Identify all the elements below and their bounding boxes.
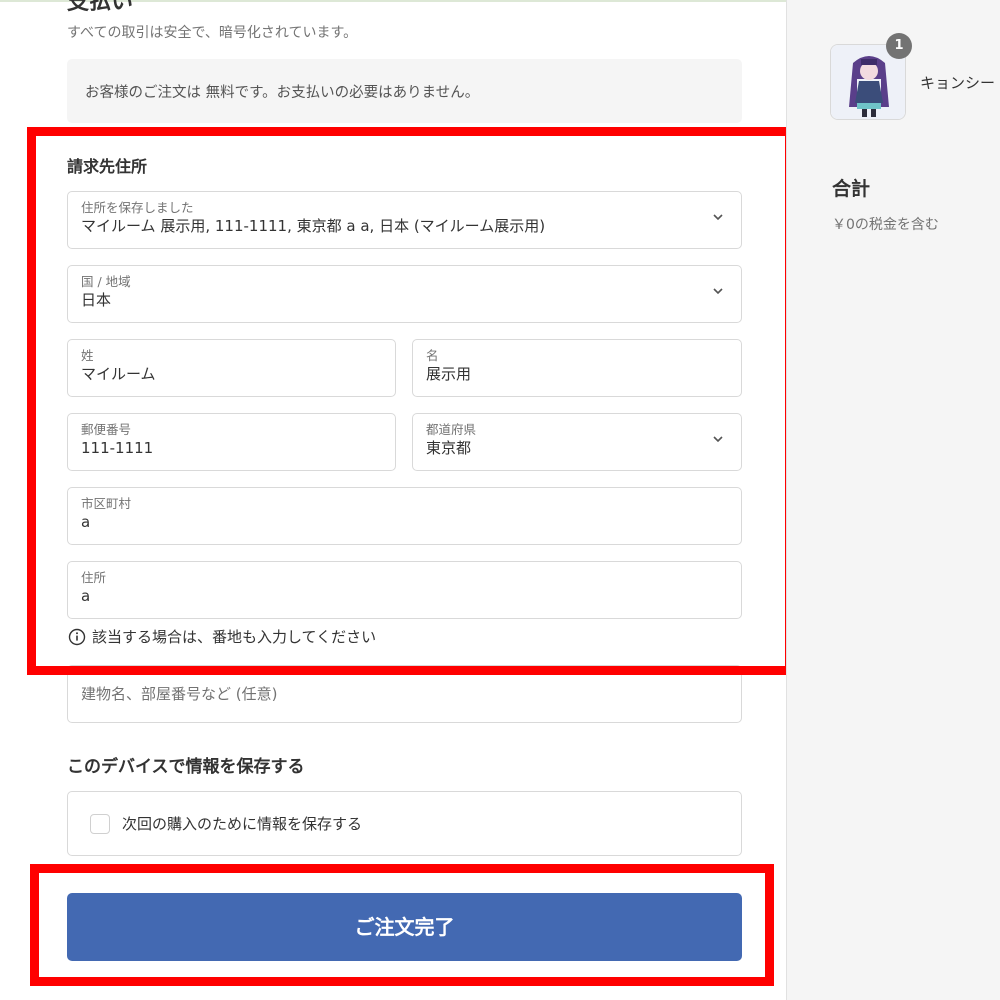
address-hint-text: 該当する場合は、番地も入力してください xyxy=(92,628,377,646)
payment-heading: 支払い xyxy=(67,0,134,15)
postal-code-label: 郵便番号 xyxy=(81,422,132,437)
country-label: 国 / 地域 xyxy=(81,274,131,289)
apartment-placeholder: 建物名、部屋番号など (任意) xyxy=(81,685,278,703)
address-field[interactable]: 住所 a xyxy=(67,561,742,619)
tax-note: ￥0の税金を含む xyxy=(832,217,939,233)
city-field[interactable]: 市区町村 a xyxy=(67,487,742,545)
info-icon xyxy=(68,628,86,645)
payment-subtitle: すべての取引は安全で、暗号化されています。 xyxy=(67,25,358,41)
free-order-notice: お客様のご注文は 無料です。お支払いの必要はありません。 xyxy=(67,59,742,123)
product-name: キョンシー xyxy=(920,74,996,92)
chevron-down-icon xyxy=(713,288,723,295)
prefecture-label: 都道府県 xyxy=(426,422,477,437)
saved-address-value: マイルーム 展示用, 111-1111, 東京都 a a, 日本 (マイルーム展… xyxy=(81,217,546,235)
prefecture-value: 東京都 xyxy=(426,439,472,457)
quantity-badge: 1 xyxy=(886,33,912,59)
address-hint: 該当する場合は、番地も入力してください xyxy=(68,626,376,647)
city-label: 市区町村 xyxy=(81,496,132,511)
country-select[interactable]: 国 / 地域 日本 xyxy=(67,265,742,323)
checkout-page: 支払い すべての取引は安全で、暗号化されています。 お客様のご注文は 無料です。… xyxy=(0,0,1000,1000)
address-value: a xyxy=(81,587,91,605)
city-value: a xyxy=(81,513,91,531)
order-summary-sidebar xyxy=(786,0,1000,1000)
saved-address-select[interactable]: 住所を保存しました マイルーム 展示用, 111-1111, 東京都 a a, … xyxy=(67,191,742,249)
complete-order-button[interactable]: ご注文完了 xyxy=(67,893,742,961)
postal-code-field[interactable]: 郵便番号 111-1111 xyxy=(67,413,396,471)
total-label: 合計 xyxy=(832,178,871,200)
first-name-value: 展示用 xyxy=(426,365,472,383)
save-info-box: 次回の購入のために情報を保存する xyxy=(67,791,742,856)
save-info-label[interactable]: 次回の購入のために情報を保存する xyxy=(122,813,362,834)
chevron-down-icon xyxy=(713,436,723,443)
postal-code-value: 111-1111 xyxy=(81,439,154,457)
first-name-field[interactable]: 名 展示用 xyxy=(412,339,742,397)
address-label: 住所 xyxy=(81,570,107,585)
save-info-checkbox[interactable] xyxy=(90,813,110,834)
last-name-label: 姓 xyxy=(81,348,94,363)
save-info-title: このデバイスで情報を保存する xyxy=(67,757,305,777)
chevron-down-icon xyxy=(713,214,723,221)
last-name-value: マイルーム xyxy=(81,365,156,383)
prefecture-select[interactable]: 都道府県 東京都 xyxy=(412,413,742,471)
last-name-field[interactable]: 姓 マイルーム xyxy=(67,339,396,397)
saved-address-label: 住所を保存しました xyxy=(81,200,194,215)
country-value: 日本 xyxy=(81,291,112,309)
first-name-label: 名 xyxy=(426,348,439,363)
apartment-field[interactable]: 建物名、部屋番号など (任意) xyxy=(67,665,742,723)
billing-address-title: 請求先住所 xyxy=(67,157,148,176)
